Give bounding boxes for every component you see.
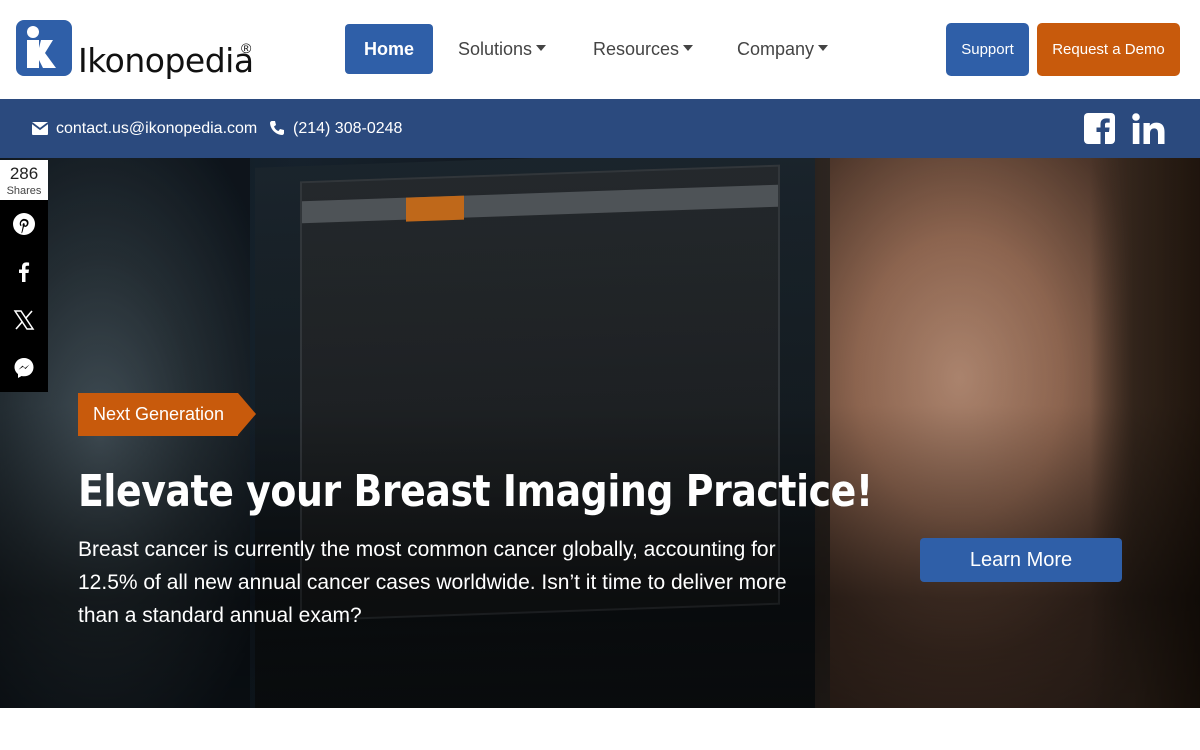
x-icon[interactable] (12, 308, 36, 332)
share-count-label: Shares (6, 185, 42, 197)
phone-text: (214) 308-0248 (293, 120, 403, 137)
nav-home[interactable]: Home (345, 24, 433, 74)
registered-mark: ® (241, 40, 252, 56)
hero-banner: Next Generation Elevate your Breast Imag… (0, 158, 1200, 708)
share-count: 286 Shares (0, 160, 48, 200)
share-sidebar: 286 Shares (0, 160, 48, 392)
hero-title: Elevate your Breast Imaging Practice! (78, 466, 873, 517)
support-button[interactable]: Support (946, 23, 1029, 76)
linkedin-icon[interactable] (1132, 113, 1165, 144)
hero-tag: Next Generation (78, 393, 256, 436)
chevron-down-icon (536, 45, 547, 52)
pinterest-icon[interactable] (12, 212, 36, 236)
email-link[interactable]: contact.us@ikonopedia.com (32, 99, 257, 158)
logo-mark-icon (16, 20, 72, 76)
phone-icon (270, 121, 284, 135)
nav-solutions-label: Solutions (458, 39, 533, 59)
chevron-down-icon (818, 45, 829, 52)
email-text: contact.us@ikonopedia.com (56, 120, 258, 137)
envelope-icon (32, 122, 48, 135)
phone-link[interactable]: (214) 308-0248 (269, 99, 402, 158)
contact-bar: contact.us@ikonopedia.com (214) 308-0248 (0, 99, 1200, 158)
nav-company-label: Company (737, 39, 815, 59)
hero-description: Breast cancer is currently the most comm… (78, 538, 787, 627)
chevron-down-icon (683, 45, 694, 52)
share-count-number: 286 (9, 164, 39, 183)
nav-solutions[interactable]: Solutions (458, 24, 547, 74)
site-header: Ikonopedia ® Home Solutions Resources Co… (0, 0, 1200, 99)
learn-more-button[interactable]: Learn More (920, 538, 1122, 582)
logo-text: Ikonopedia (78, 41, 254, 80)
facebook-icon[interactable] (1084, 113, 1115, 144)
logo[interactable]: Ikonopedia ® (16, 20, 261, 82)
nav-resources-label: Resources (593, 39, 680, 59)
nav-company[interactable]: Company (737, 24, 829, 74)
facebook-share-icon[interactable] (12, 260, 36, 284)
nav-resources[interactable]: Resources (593, 24, 694, 74)
messenger-icon[interactable] (12, 356, 36, 380)
request-demo-button[interactable]: Request a Demo (1037, 23, 1180, 76)
